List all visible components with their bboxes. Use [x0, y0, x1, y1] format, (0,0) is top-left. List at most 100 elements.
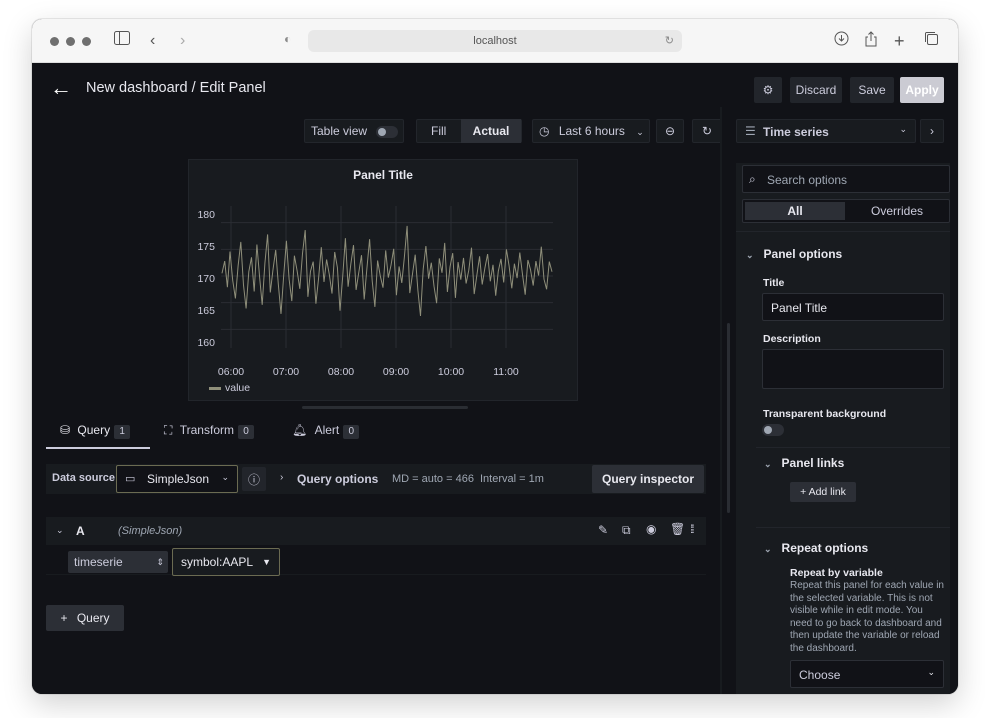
- x-tick-label: 11:00: [493, 366, 519, 378]
- apply-button[interactable]: Apply: [900, 77, 944, 103]
- settings-button[interactable]: ⚙: [754, 77, 782, 103]
- fill-actual-switch: Fill Actual: [416, 119, 522, 143]
- tab-overview-icon[interactable]: [924, 31, 939, 52]
- time-range-picker[interactable]: ◷ Last 6 hours ⌄: [532, 119, 650, 143]
- chevron-right-icon[interactable]: ›: [920, 119, 944, 143]
- chevron-down-icon: ⌄: [764, 459, 772, 469]
- x-tick-label: 10:00: [437, 366, 465, 378]
- fill-option[interactable]: Fill: [431, 120, 446, 142]
- window-close-button[interactable]: [50, 37, 59, 46]
- splitter-handle[interactable]: [302, 406, 468, 409]
- chevron-down-icon: ⌄: [899, 124, 907, 134]
- save-button[interactable]: Save: [850, 77, 894, 103]
- x-tick-label: 08:00: [327, 366, 355, 378]
- repeat-options-header[interactable]: ⌄ Repeat options: [764, 541, 868, 555]
- collapse-icon[interactable]: ⌄: [56, 525, 64, 536]
- data-source-value: SimpleJson: [147, 472, 210, 486]
- query-inspector-button[interactable]: Query inspector: [592, 465, 704, 493]
- target-value: symbol:AAPL: [181, 555, 254, 569]
- reload-icon[interactable]: ↻: [665, 30, 674, 52]
- choose-placeholder: Choose: [799, 668, 841, 682]
- query-a-editor: timeserie ⇕ symbol:AAPL ▼: [46, 545, 706, 576]
- visualization-value: Time series: [763, 125, 829, 139]
- tab-transform[interactable]: ⛶ Transform 0: [164, 423, 254, 439]
- back-arrow-icon[interactable]: ←: [50, 77, 72, 99]
- y-tick-label: 175: [197, 241, 215, 253]
- transform-icon: ⛶: [164, 423, 173, 437]
- tab-overrides[interactable]: Overrides: [847, 202, 947, 220]
- add-link-button[interactable]: + Add link: [790, 482, 856, 502]
- transparent-background-label: Transparent background: [763, 408, 887, 420]
- new-tab-icon[interactable]: +: [894, 31, 905, 51]
- divider: [756, 447, 950, 448]
- sidebar-toggle-icon[interactable]: [114, 31, 130, 51]
- chevron-right-icon[interactable]: ›: [280, 472, 283, 483]
- share-icon[interactable]: [864, 31, 878, 53]
- description-label: Description: [763, 333, 821, 345]
- query-ref-id[interactable]: A: [76, 524, 85, 538]
- x-tick-label: 09:00: [382, 366, 410, 378]
- table-view-control[interactable]: Table view: [304, 119, 404, 143]
- repeat-variable-select[interactable]: Choose ⌄: [790, 660, 944, 688]
- editor-scrollbar[interactable]: [727, 323, 730, 513]
- browser-window: ‹ › ◐ localhost ↻ + ← New dashboard / Ed…: [32, 19, 958, 694]
- options-list: ⌕ Search options All Overrides ⌄ Panel op…: [736, 163, 950, 694]
- timeseries-chart: [221, 206, 553, 348]
- visualization-picker[interactable]: ☰ Time series ⌄: [736, 119, 916, 143]
- window-zoom-button[interactable]: [82, 37, 91, 46]
- datasource-icon: ▭: [125, 473, 136, 485]
- query-type-select[interactable]: timeserie ⇕: [68, 551, 168, 573]
- tab-all[interactable]: All: [745, 202, 845, 220]
- pane-divider[interactable]: [720, 107, 722, 694]
- add-query-button[interactable]: + Query: [46, 605, 124, 631]
- search-options-input[interactable]: ⌕ Search options: [742, 165, 950, 193]
- back-nav-icon[interactable]: ‹: [150, 31, 155, 51]
- description-textarea[interactable]: [762, 349, 944, 389]
- search-placeholder: Search options: [767, 173, 848, 187]
- actual-option[interactable]: Actual: [461, 119, 521, 143]
- title-input[interactable]: Panel Title: [762, 293, 944, 321]
- eye-icon[interactable]: ◉: [646, 522, 656, 536]
- window-minimize-button[interactable]: [66, 37, 75, 46]
- discard-button[interactable]: Discard: [790, 77, 842, 103]
- shield-icon: ◐: [284, 32, 292, 46]
- edit-icon[interactable]: ✎: [598, 523, 608, 537]
- panel-options-header[interactable]: ⌄ Panel options: [746, 247, 842, 261]
- chevron-down-icon: ⌄: [636, 127, 644, 137]
- data-source-picker[interactable]: ▭ SimpleJson ⌄: [116, 465, 238, 493]
- timeseries-icon: ☰: [745, 124, 756, 138]
- refresh-button[interactable]: ↻: [692, 119, 722, 143]
- query-options-toggle[interactable]: Query options: [297, 472, 378, 486]
- url-text: localhost: [473, 35, 517, 47]
- trash-icon[interactable]: 🗑︎: [670, 522, 685, 536]
- bell-icon: 🔔︎: [292, 423, 308, 437]
- tab-query[interactable]: ⛁ Query 1: [60, 423, 131, 439]
- transparent-background-toggle[interactable]: [762, 424, 784, 436]
- panel-title[interactable]: Panel Title: [189, 168, 577, 182]
- interval-value: Interval = 1m: [480, 473, 544, 485]
- chart-legend[interactable]: value: [209, 382, 250, 394]
- y-tick-label: 170: [197, 273, 215, 285]
- tab-alert[interactable]: 🔔︎ Alert 0: [292, 423, 360, 439]
- clock-icon: ◷: [539, 124, 550, 138]
- forward-nav-icon[interactable]: ›: [180, 31, 185, 51]
- duplicate-icon[interactable]: ⧉: [622, 523, 631, 538]
- refresh-icon: ↻: [701, 124, 713, 138]
- drag-handle-icon[interactable]: ⁞⁞: [690, 522, 694, 536]
- query-options-row: Data source ▭ SimpleJson ⌄ ⓘ › Query opt…: [46, 464, 706, 494]
- zoom-out-button[interactable]: ⊖: [656, 119, 684, 143]
- download-icon[interactable]: [834, 31, 849, 52]
- target-select[interactable]: symbol:AAPL ▼: [172, 548, 280, 576]
- plus-icon: +: [60, 611, 68, 625]
- table-view-toggle[interactable]: [376, 125, 399, 138]
- panel-preview: Panel Title 180 175 170 165 160 06:00 07…: [188, 159, 578, 401]
- x-tick-label: 07:00: [272, 366, 300, 378]
- query-a-header[interactable]: ⌄ A (SimpleJson) ✎ ⧉ ◉ 🗑︎ ⁞⁞: [46, 517, 706, 545]
- panel-links-header[interactable]: ⌄ Panel links: [764, 456, 844, 470]
- data-source-help-button[interactable]: ⓘ: [242, 467, 266, 491]
- query-count-badge: 1: [114, 425, 131, 439]
- address-bar[interactable]: localhost ↻: [308, 30, 682, 52]
- title-label: Title: [763, 277, 785, 289]
- chevron-down-icon: ⌄: [927, 667, 935, 677]
- max-data-points: MD = auto = 466: [392, 473, 474, 485]
